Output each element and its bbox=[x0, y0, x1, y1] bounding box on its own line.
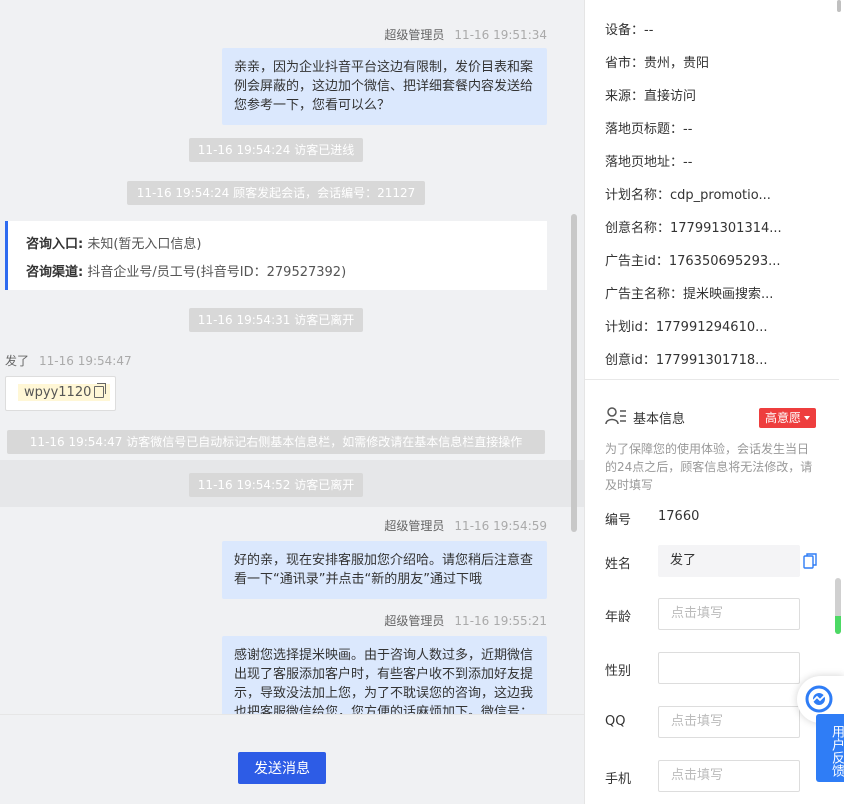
id-label: 编号 bbox=[605, 513, 632, 528]
info-creative-id: 创意id：177991301718... bbox=[605, 353, 768, 368]
edit-notice: 为了保障您的使用体验，会话发生当日的24点之后，顾客信息将无法修改，请及时填写 bbox=[605, 442, 813, 492]
gender-label: 性别 bbox=[605, 664, 632, 679]
phone-label: 手机 bbox=[605, 772, 632, 787]
visitor-wechat-message: wpyy1120 bbox=[5, 376, 116, 411]
info-region: 省市：贵州，贵阳 bbox=[605, 56, 710, 71]
send-message-button[interactable]: 发送消息 bbox=[238, 752, 326, 784]
user-feedback-tab[interactable]: 用户反馈 bbox=[816, 714, 844, 782]
info-plan-id: 计划id：177991294610... bbox=[605, 320, 768, 335]
message-meta: 超级管理员 11-16 19:54:59 bbox=[384, 517, 547, 534]
message-time: 11-16 19:55:21 bbox=[454, 614, 547, 628]
chat-message-list[interactable]: 超级管理员 11-16 19:51:34 亲亲，因为企业抖音平台这边有限制，发价目… bbox=[0, 0, 584, 714]
info-advertiser-name: 广告主名称：提米映画搜索... bbox=[605, 287, 774, 302]
intent-level-dropdown[interactable]: 高意愿 bbox=[759, 408, 817, 428]
info-advertiser-id: 广告主id：176350695293... bbox=[605, 254, 781, 269]
agent-message-bubble: 好的亲，现在安排客服加您介绍哈。请您稍后注意查看一下“通讯录”并点击“新的朋友”… bbox=[222, 541, 547, 599]
age-input[interactable]: 点击填写 bbox=[658, 598, 800, 630]
info-scrollbar[interactable] bbox=[837, 0, 841, 12]
qq-input[interactable]: 点击填写 bbox=[658, 706, 800, 738]
basic-info-header: 基本信息 高意愿 bbox=[605, 404, 821, 430]
info-landing-url: 落地页地址：-- bbox=[605, 155, 693, 170]
system-message: 11-16 19:54:52 访客已离开 bbox=[189, 473, 363, 497]
info-device: 设备：-- bbox=[605, 23, 654, 38]
agent-message-bubble: 感谢您选择提米映画。由于咨询人数过多，近期微信出现了客服添加客户时，有些客户收不… bbox=[222, 636, 547, 714]
basic-info-title: 基本信息 bbox=[633, 412, 686, 427]
name-field[interactable]: 发了 bbox=[658, 545, 800, 577]
message-time: 11-16 19:54:47 bbox=[39, 354, 132, 368]
form-scrollbar[interactable] bbox=[835, 578, 841, 634]
intent-level-label: 高意愿 bbox=[765, 411, 802, 425]
consult-entry-card: 咨询入口: 未知(暂无入口信息) 咨询渠道: 抖音企业号/员工号(抖音号ID：2… bbox=[5, 221, 547, 290]
sender-name: 超级管理员 bbox=[384, 28, 445, 42]
chat-input-area: 发送消息 bbox=[0, 714, 584, 804]
wechat-id-text[interactable]: wpyy1120 bbox=[18, 383, 111, 401]
system-message: 11-16 19:54:24 顾客发起会话，会话编号：21127 bbox=[127, 181, 425, 205]
chat-panel: 超级管理员 11-16 19:51:34 亲亲，因为企业抖音平台这边有限制，发价目… bbox=[0, 0, 584, 804]
name-label: 姓名 bbox=[605, 557, 632, 572]
caret-down-icon bbox=[804, 416, 811, 420]
info-plan-name: 计划名称：cdp_promotio... bbox=[605, 188, 771, 203]
message-time: 11-16 19:51:34 bbox=[454, 28, 547, 42]
sender-name: 超级管理员 bbox=[384, 614, 445, 628]
system-message: 11-16 19:54:24 访客已进线 bbox=[189, 138, 363, 162]
age-label: 年龄 bbox=[605, 610, 632, 625]
visitor-meta: 发了 11-16 19:54:47 bbox=[5, 352, 132, 369]
phone-input[interactable]: 点击填写 bbox=[658, 760, 800, 792]
gender-select[interactable] bbox=[658, 652, 800, 684]
info-landing-title: 落地页标题：-- bbox=[605, 122, 693, 137]
copy-icon[interactable] bbox=[94, 383, 107, 398]
wechat-id: wpyy1120 bbox=[24, 385, 92, 400]
consult-entry-row: 咨询入口: 未知(暂无入口信息) bbox=[26, 233, 202, 252]
id-value: 17660 bbox=[658, 509, 700, 524]
message-meta: 超级管理员 11-16 19:55:21 bbox=[384, 612, 547, 629]
info-source: 来源：直接访问 bbox=[605, 89, 697, 104]
consult-entry-key: 咨询入口: bbox=[26, 237, 84, 252]
visit-source-info: 设备：-- 省市：贵州，贵阳 来源：直接访问 落地页标题：-- 落地页地址：--… bbox=[585, 0, 841, 380]
agent-message-bubble: 亲亲，因为企业抖音平台这边有限制，发价目表和案例会屏蔽的，这边加个微信、把详细套… bbox=[222, 48, 547, 125]
copy-icon[interactable] bbox=[803, 553, 817, 569]
message-meta: 超级管理员 11-16 19:51:34 bbox=[384, 26, 547, 43]
system-message: 11-16 19:54:31 访客已离开 bbox=[189, 308, 363, 332]
qq-label: QQ bbox=[605, 714, 626, 729]
consult-channel-key: 咨询渠道: bbox=[26, 265, 84, 280]
consult-entry-value: 未知(暂无入口信息) bbox=[87, 237, 202, 252]
system-message: 11-16 19:54:47 访客微信号已自动标记右侧基本信息栏，如需修改请在基… bbox=[7, 430, 545, 454]
sender-name: 超级管理员 bbox=[384, 519, 445, 533]
info-creative-name: 创意名称：177991301314... bbox=[605, 221, 782, 236]
visitor-name: 发了 bbox=[5, 354, 30, 368]
user-list-icon bbox=[605, 407, 626, 425]
message-time: 11-16 19:54:59 bbox=[454, 519, 547, 533]
chat-scrollbar[interactable] bbox=[571, 214, 577, 532]
consult-channel-row: 咨询渠道: 抖音企业号/员工号(抖音号ID：279527392) bbox=[26, 261, 346, 280]
consult-channel-value: 抖音企业号/员工号(抖音号ID：279527392) bbox=[87, 265, 347, 280]
